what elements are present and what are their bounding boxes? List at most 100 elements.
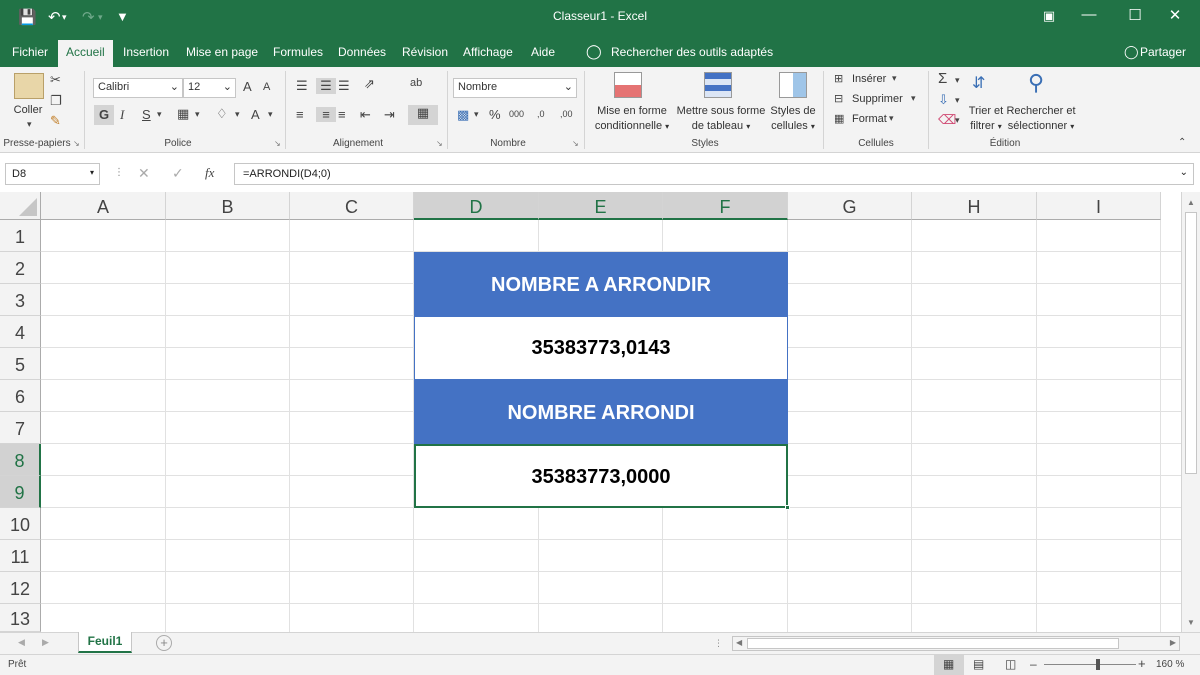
zoom-slider-track[interactable] [1044, 664, 1136, 665]
find-select-icon[interactable]: ⚲ [1028, 70, 1044, 96]
horizontal-scroll-thumb[interactable] [747, 638, 1119, 649]
font-color-icon[interactable]: A [251, 107, 260, 122]
align-right-icon[interactable]: ≡ [338, 107, 346, 122]
fill-dropdown-icon[interactable]: ▾ [955, 95, 960, 106]
tab-split-handle[interactable]: ⋮ [714, 638, 723, 649]
tab-formules[interactable]: Formules [273, 45, 323, 59]
view-page-layout-icon[interactable]: ▤ [973, 657, 984, 671]
close-button[interactable]: ✕ [1160, 6, 1190, 24]
sort-filter-icon[interactable]: ⇵ [972, 73, 985, 93]
row-header-9[interactable]: 9 [0, 476, 41, 508]
underline-button[interactable]: S [142, 107, 151, 122]
column-header-c[interactable]: C [290, 192, 414, 220]
cell-d2-header[interactable]: NOMBRE A ARRONDIR [414, 252, 788, 316]
accounting-dropdown-icon[interactable]: ▾ [474, 109, 479, 120]
zoom-level[interactable]: 160 % [1156, 659, 1184, 670]
comma-style-button[interactable]: 000 [509, 109, 524, 119]
previous-sheet-icon[interactable]: ◀ [18, 637, 25, 648]
sort-filter-button[interactable]: Trier et filtrer ▾ [964, 104, 1008, 134]
insert-dropdown-icon[interactable]: ▾ [892, 73, 897, 84]
column-header-d[interactable]: D [414, 192, 539, 220]
font-launcher-icon[interactable]: ↘ [274, 139, 281, 148]
tab-revision[interactable]: Révision [402, 45, 448, 59]
tell-me-search[interactable]: Rechercher des outils adaptés [611, 45, 773, 59]
alignment-launcher-icon[interactable]: ↘ [436, 139, 443, 148]
format-cells-button[interactable]: Format [852, 112, 887, 127]
format-cells-icon[interactable]: ▦ [834, 112, 844, 125]
column-header-f[interactable]: F [663, 192, 788, 220]
column-header-h[interactable]: H [912, 192, 1037, 220]
find-select-button[interactable]: Rechercher et sélectionner ▾ [1006, 104, 1076, 134]
italic-button[interactable]: I [120, 107, 124, 123]
borders-dropdown-icon[interactable]: ▾ [195, 109, 200, 120]
merge-center-icon[interactable]: ▦ [408, 105, 438, 125]
row-header-13[interactable]: 13 [0, 604, 41, 632]
vertical-scrollbar[interactable]: ▲ ▼ [1181, 192, 1200, 632]
paste-icon[interactable] [14, 73, 44, 99]
grow-font-icon[interactable]: A [243, 79, 252, 94]
tab-aide[interactable]: Aide [531, 45, 555, 59]
collapse-ribbon-icon[interactable]: ⌃ [1178, 137, 1186, 148]
align-top-icon[interactable]: ☰ [296, 78, 308, 94]
scroll-down-icon[interactable]: ▼ [1187, 618, 1195, 627]
column-header-i[interactable]: I [1037, 192, 1161, 220]
tab-donnees[interactable]: Données [338, 45, 386, 59]
conditional-formatting-button[interactable]: Mise en forme conditionnelle ▾ [592, 104, 672, 134]
ribbon-display-icon[interactable]: ▣ [1034, 8, 1064, 24]
row-header-4[interactable]: 4 [0, 316, 41, 348]
column-header-g[interactable]: G [788, 192, 912, 220]
tab-fichier[interactable]: Fichier [12, 45, 48, 59]
font-name-box[interactable]: Calibri ⌄ [93, 78, 183, 98]
font-color-dropdown-icon[interactable]: ▾ [268, 109, 273, 120]
minimize-button[interactable]: — [1074, 6, 1104, 23]
row-header-7[interactable]: 7 [0, 412, 41, 444]
zoom-out-button[interactable]: – [1030, 657, 1037, 671]
increase-decimal-button[interactable]: ,0 [537, 109, 545, 119]
row-header-11[interactable]: 11 [0, 540, 41, 572]
next-sheet-icon[interactable]: ▶ [42, 637, 49, 648]
accounting-format-icon[interactable]: ▩ [457, 107, 469, 123]
row-header-3[interactable]: 3 [0, 284, 41, 316]
zoom-in-button[interactable]: + [1138, 656, 1146, 671]
decrease-indent-icon[interactable]: ⇤ [360, 107, 371, 123]
enter-icon[interactable]: ✓ [172, 165, 184, 182]
tab-affichage[interactable]: Affichage [463, 45, 513, 59]
font-size-box[interactable]: 12 ⌄ [183, 78, 236, 98]
number-format-box[interactable]: Nombre ⌄ [453, 78, 577, 98]
clear-icon[interactable]: ⌫ [938, 112, 956, 128]
scroll-right-icon[interactable]: ▶ [1170, 638, 1176, 647]
new-sheet-button[interactable]: + [156, 635, 172, 651]
shrink-font-icon[interactable]: A [263, 81, 270, 93]
number-launcher-icon[interactable]: ↘ [572, 139, 579, 148]
align-bottom-icon[interactable]: ☰ [338, 78, 350, 94]
expand-formula-icon[interactable]: ⌄ [1180, 167, 1188, 178]
paste-button[interactable]: Coller [8, 103, 48, 118]
column-header-e[interactable]: E [539, 192, 663, 220]
row-header-2[interactable]: 2 [0, 252, 41, 284]
tab-insertion[interactable]: Insertion [123, 45, 169, 59]
delete-cells-icon[interactable]: ⊟ [834, 92, 843, 105]
row-header-10[interactable]: 10 [0, 508, 41, 540]
formula-input[interactable]: =ARRONDI(D4;0) ⌄ [234, 163, 1194, 185]
drag-handle-icon[interactable]: ⋮ [114, 167, 124, 178]
fill-icon[interactable]: ⇩ [938, 92, 949, 108]
format-as-table-button[interactable]: Mettre sous forme de tableau ▾ [674, 104, 768, 134]
underline-dropdown-icon[interactable]: ▾ [157, 109, 162, 120]
view-normal-button[interactable]: ▦ [934, 655, 964, 675]
cell-styles-button[interactable]: Styles de cellules ▾ [768, 104, 818, 134]
select-all-button[interactable] [0, 192, 41, 220]
format-as-table-icon[interactable] [704, 72, 732, 98]
column-header-b[interactable]: B [166, 192, 290, 220]
cell-styles-icon[interactable] [779, 72, 807, 98]
increase-indent-icon[interactable]: ⇥ [384, 107, 395, 123]
align-center-icon[interactable]: ≡ [316, 107, 336, 122]
autosum-icon[interactable]: Σ [938, 70, 947, 87]
scroll-up-icon[interactable]: ▲ [1187, 198, 1195, 207]
orientation-icon[interactable]: ⇗ [364, 76, 375, 92]
percent-style-button[interactable]: % [489, 107, 501, 122]
share-button[interactable]: Partager [1140, 45, 1186, 59]
sheet-tab-feuil1[interactable]: Feuil1 [78, 632, 132, 653]
insert-function-icon[interactable]: fx [205, 165, 214, 181]
copy-icon[interactable]: ❐ [50, 93, 62, 109]
paste-dropdown-icon[interactable]: ▾ [27, 119, 32, 130]
